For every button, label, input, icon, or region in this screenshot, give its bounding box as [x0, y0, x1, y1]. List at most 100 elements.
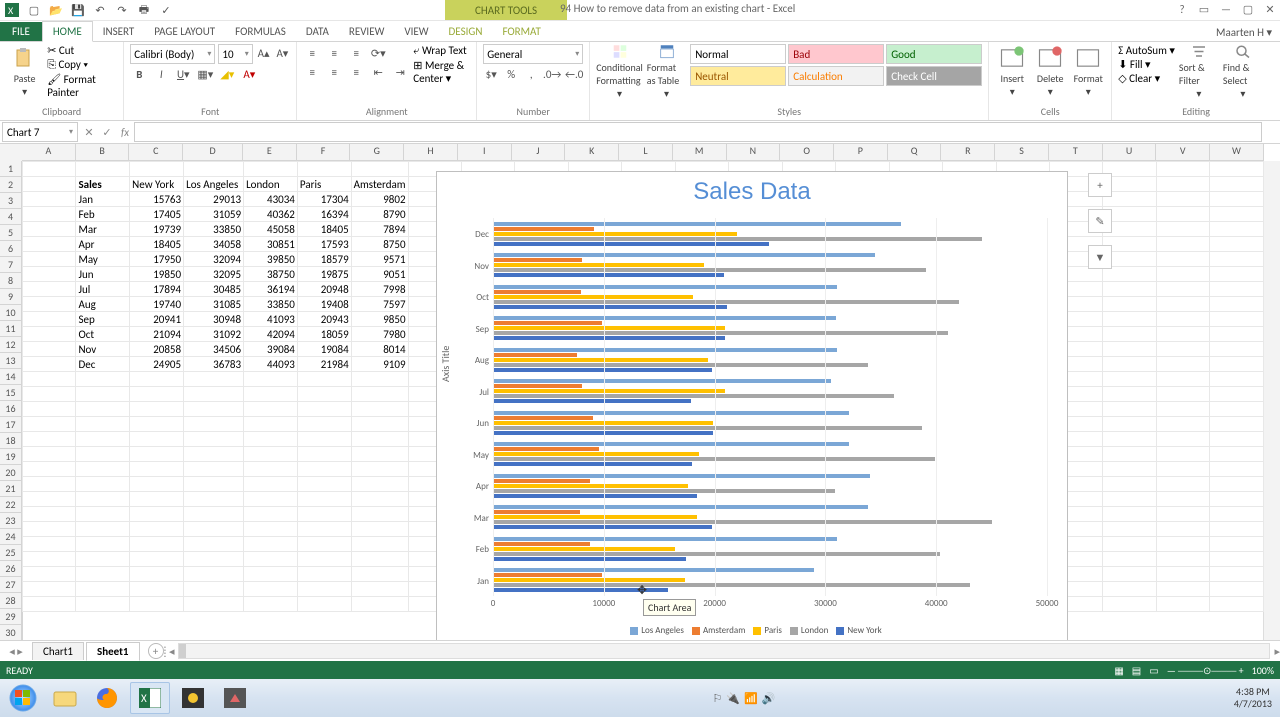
bar[interactable]	[493, 316, 836, 320]
style-neutral[interactable]: Neutral	[690, 66, 786, 86]
fx-icon[interactable]: fx	[116, 123, 134, 141]
bar[interactable]	[493, 525, 712, 529]
chart-filters-button[interactable]: ▼	[1088, 245, 1112, 269]
bar[interactable]	[493, 336, 725, 340]
align-left-icon[interactable]: ≡	[303, 63, 321, 81]
conditional-formatting-button[interactable]: Conditional Formatting▾	[596, 44, 643, 100]
bar[interactable]	[493, 552, 940, 556]
bar[interactable]	[493, 290, 581, 294]
bar[interactable]	[493, 384, 582, 388]
bar[interactable]	[493, 232, 737, 236]
bar[interactable]	[493, 479, 590, 483]
format-as-table-button[interactable]: Format as Table▾	[647, 44, 686, 100]
formula-input[interactable]	[134, 122, 1262, 142]
style-good[interactable]: Good	[886, 44, 982, 64]
ribbon-toggle-icon[interactable]: ▭	[1196, 1, 1212, 17]
chart-object[interactable]: Sales Data Axis Title DecNovOctSepAugJul…	[436, 171, 1068, 640]
align-middle-icon[interactable]: ≡	[325, 44, 343, 62]
tab-data[interactable]: DATA	[296, 22, 339, 41]
bar[interactable]	[493, 578, 685, 582]
increase-decimal-icon[interactable]: .0→	[543, 65, 561, 83]
tab-design[interactable]: DESIGN	[439, 22, 493, 41]
bar[interactable]	[493, 462, 692, 466]
italic-icon[interactable]: I	[152, 65, 170, 83]
legend[interactable]: Los AngelesAmsterdamParisLondonNew York	[437, 625, 1067, 636]
bar[interactable]	[493, 510, 580, 514]
tab-home[interactable]: HOME	[42, 21, 93, 42]
bar[interactable]	[493, 557, 686, 561]
chart-title[interactable]: Sales Data	[437, 178, 1067, 206]
indent-increase-icon[interactable]: ⇥	[391, 63, 409, 81]
bar[interactable]	[493, 268, 926, 272]
bar[interactable]	[493, 583, 970, 587]
bar[interactable]	[493, 399, 691, 403]
bar[interactable]	[493, 321, 602, 325]
shrink-font-icon[interactable]: A▾	[275, 44, 291, 62]
sheet-tab-sheet1[interactable]: Sheet1	[86, 642, 140, 661]
bar[interactable]	[493, 295, 693, 299]
close-icon[interactable]: ✕	[1262, 1, 1278, 17]
number-format-select[interactable]: General▾	[483, 44, 583, 64]
new-sheet-button[interactable]: +	[148, 643, 164, 659]
save-icon[interactable]: 💾	[70, 2, 86, 18]
bar[interactable]	[493, 263, 704, 267]
tab-formulas[interactable]: FORMULAS	[225, 22, 296, 41]
bar[interactable]	[493, 389, 725, 393]
bar[interactable]	[493, 348, 837, 352]
start-button[interactable]	[4, 683, 42, 713]
bar[interactable]	[493, 505, 868, 509]
grid[interactable]: SalesNew YorkLos AngelesLondonParisAmste…	[22, 161, 1264, 640]
style-check-cell[interactable]: Check Cell	[886, 66, 982, 86]
bar[interactable]	[493, 515, 697, 519]
tab-view[interactable]: VIEW	[394, 22, 438, 41]
copy-button[interactable]: ⎘ Copy ▾	[47, 58, 117, 72]
chart-elements-button[interactable]: +	[1088, 173, 1112, 197]
clear-button[interactable]: ◇ Clear ▾	[1118, 72, 1175, 85]
view-page-break-icon[interactable]: ▭	[1149, 664, 1158, 677]
redo-icon[interactable]: ↷	[114, 2, 130, 18]
bar[interactable]	[493, 285, 837, 289]
find-select-button[interactable]: Find & Select▾	[1223, 44, 1263, 100]
align-center-icon[interactable]: ≡	[325, 63, 343, 81]
orientation-icon[interactable]: ⟳▾	[369, 44, 387, 62]
explorer-taskbar-icon[interactable]	[46, 683, 84, 713]
fill-button[interactable]: ⬇ Fill ▾	[1118, 58, 1175, 71]
bar[interactable]	[493, 253, 875, 257]
bar[interactable]	[493, 368, 712, 372]
view-page-layout-icon[interactable]: ▤	[1132, 664, 1141, 677]
format-cells-button[interactable]: Format▾	[1071, 44, 1105, 100]
tab-format[interactable]: FORMAT	[492, 22, 550, 41]
bar[interactable]	[493, 426, 922, 430]
bar[interactable]	[493, 222, 901, 226]
style-normal[interactable]: Normal	[690, 44, 786, 64]
bar[interactable]	[493, 305, 727, 309]
zoom-slider[interactable]: — ─────⊙───── +	[1167, 664, 1244, 677]
bar[interactable]	[493, 484, 688, 488]
bar[interactable]	[493, 300, 959, 304]
fill-color-icon[interactable]: ◢▾	[218, 65, 236, 83]
open-icon[interactable]: 📂	[48, 2, 64, 18]
select-all-corner[interactable]	[0, 144, 23, 162]
wrap-text-button[interactable]: ⤶ Wrap Text	[413, 44, 470, 58]
underline-icon[interactable]: U▾	[174, 65, 192, 83]
bold-icon[interactable]: B	[130, 65, 148, 83]
bar[interactable]	[493, 568, 814, 572]
bar[interactable]	[493, 447, 599, 451]
bar[interactable]	[493, 452, 699, 456]
bar[interactable]	[493, 326, 725, 330]
bar[interactable]	[493, 520, 992, 524]
sheet-nav[interactable]: ◂ ▸	[0, 645, 32, 658]
font-size-select[interactable]: 10▾	[218, 44, 252, 64]
taskbar-clock[interactable]: 4:38 PM4/7/2013	[1234, 686, 1276, 710]
bar[interactable]	[493, 416, 593, 420]
decrease-decimal-icon[interactable]: ←.0	[565, 65, 583, 83]
indent-decrease-icon[interactable]: ⇤	[369, 63, 387, 81]
font-color-icon[interactable]: A▾	[240, 65, 258, 83]
percent-icon[interactable]: %	[503, 65, 519, 83]
bar[interactable]	[493, 273, 724, 277]
tab-file[interactable]: FILE	[0, 22, 42, 41]
app4-taskbar-icon[interactable]	[174, 683, 212, 713]
currency-icon[interactable]: $▾	[483, 65, 499, 83]
bar[interactable]	[493, 331, 948, 335]
border-icon[interactable]: ▦▾	[196, 65, 214, 83]
